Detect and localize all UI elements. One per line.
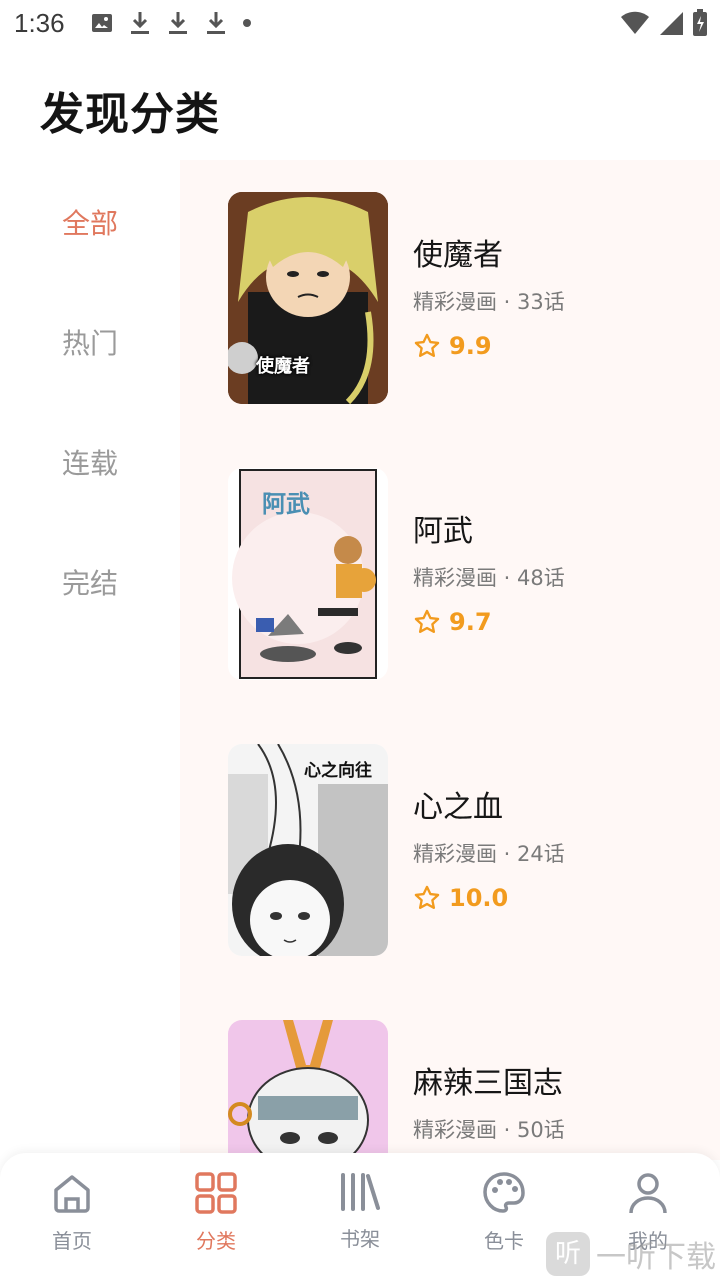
comic-rating: 10.0 xyxy=(413,884,508,912)
comic-title[interactable]: 麻辣三国志 xyxy=(413,1058,563,1102)
battery-icon xyxy=(693,9,707,36)
nav-label: 首页 xyxy=(52,1229,92,1253)
comic-meta: 精彩漫画 · 24话 xyxy=(413,842,565,866)
rating-value: 9.7 xyxy=(449,608,492,636)
cover-text: 阿武 xyxy=(262,490,310,518)
comic-card[interactable]: 心之向往 心之血 精彩漫画 · 24话 10.0 xyxy=(228,744,708,958)
category-completed[interactable]: 完结 xyxy=(0,562,180,602)
comic-title[interactable]: 心之血 xyxy=(413,782,503,826)
nav-bookshelf[interactable]: 书架 xyxy=(310,1171,410,1252)
grid-icon xyxy=(195,1172,237,1214)
comic-cover[interactable] xyxy=(228,1020,388,1160)
cover-text: 使魔者 xyxy=(256,356,310,377)
rating-value: 9.9 xyxy=(449,332,492,360)
comic-rating: 9.7 xyxy=(413,608,492,636)
home-icon xyxy=(54,1175,90,1213)
nav-category[interactable]: 分类 xyxy=(166,1171,266,1254)
status-bar: 1:36 xyxy=(0,0,720,50)
star-icon xyxy=(414,885,440,909)
watermark-text: 一听下载 xyxy=(596,1240,716,1275)
cover-text: 心之向往 xyxy=(304,761,372,781)
category-serializing[interactable]: 连载 xyxy=(0,442,180,482)
comic-cover[interactable]: 心之向往 xyxy=(228,744,388,956)
comic-title[interactable]: 阿武 xyxy=(413,506,473,550)
comic-card[interactable]: 阿武 阿武 精彩漫画 · 48话 9.7 xyxy=(228,468,708,682)
comic-meta: 精彩漫画 · 48话 xyxy=(413,566,565,590)
status-time: 1:36 xyxy=(14,8,65,38)
comic-card[interactable]: 使魔者 使魔者 精彩漫画 · 33话 9.9 xyxy=(228,192,708,406)
comic-card[interactable]: 麻辣三国志 精彩漫画 · 50话 xyxy=(228,1020,708,1160)
nav-home[interactable]: 首页 xyxy=(22,1171,122,1254)
palette-icon xyxy=(483,1172,525,1213)
image-icon xyxy=(92,14,112,32)
comic-cover[interactable]: 使魔者 xyxy=(228,192,388,404)
nav-palette[interactable]: 色卡 xyxy=(454,1171,554,1254)
nav-label: 分类 xyxy=(196,1229,236,1253)
download-icon xyxy=(131,12,149,34)
comic-title[interactable]: 使魔者 xyxy=(413,230,503,274)
category-sidebar: 全部 热门 连载 完结 xyxy=(0,160,180,1160)
watermark-logo: 听 xyxy=(546,1232,590,1276)
bookshelf-icon xyxy=(341,1173,380,1211)
system-icons xyxy=(620,9,708,37)
comic-cover[interactable]: 阿武 xyxy=(228,468,388,680)
download-icon xyxy=(169,12,187,34)
comic-meta: 精彩漫画 · 50话 xyxy=(413,1118,565,1142)
notification-icons xyxy=(90,10,252,36)
download-icon xyxy=(207,12,225,34)
nav-label: 书架 xyxy=(340,1227,380,1251)
nav-label: 色卡 xyxy=(484,1229,524,1253)
star-icon xyxy=(414,609,440,633)
watermark: 听 一听下载 xyxy=(546,1232,716,1276)
star-icon xyxy=(414,333,440,357)
wifi-icon xyxy=(621,11,649,34)
category-hot[interactable]: 热门 xyxy=(0,322,180,362)
user-icon xyxy=(629,1173,667,1214)
comic-rating: 9.9 xyxy=(413,332,492,360)
dot-icon xyxy=(243,19,251,27)
comic-meta: 精彩漫画 · 33话 xyxy=(413,290,565,314)
category-all[interactable]: 全部 xyxy=(0,202,180,242)
rating-value: 10.0 xyxy=(449,884,509,912)
signal-icon xyxy=(660,12,683,35)
page-title: 发现分类 xyxy=(40,89,220,140)
comic-list: 使魔者 使魔者 精彩漫画 · 33话 9.9 阿武 阿武 精彩漫画 · 48话 … xyxy=(180,160,720,1160)
